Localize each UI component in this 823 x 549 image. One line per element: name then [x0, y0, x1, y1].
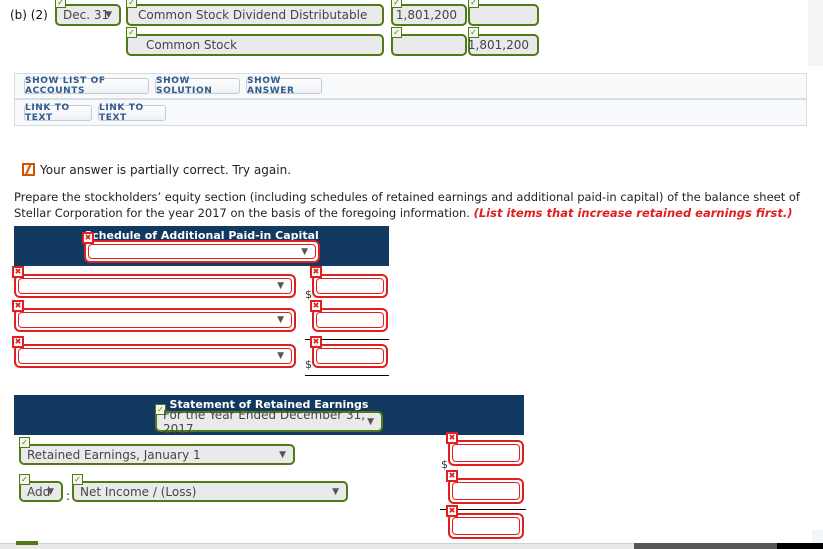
apic-row-1-amount-value — [317, 313, 383, 327]
incorrect-x-icon: ✖ — [82, 232, 94, 244]
apic-row-1-amount-input[interactable]: ✖ — [310, 300, 388, 332]
retained-earnings-row-2-amount-value — [453, 518, 519, 534]
retained-earnings-row-0-account-value: Retained Earnings, January 1 — [27, 447, 201, 462]
retained-earnings-row-1-amount-input[interactable]: ✖ — [446, 470, 524, 504]
journal-row-1-credit-value: 1,801,200 — [467, 38, 529, 52]
retained-earnings-row-1-prefix-value: Add — [27, 484, 51, 499]
retained-earnings-row-0-amount-input[interactable]: ✖ — [446, 432, 524, 466]
show-solution-button[interactable]: SHOW SOLUTION — [155, 76, 240, 96]
page-right-edge — [812, 530, 823, 543]
journal-row-0-credit-value — [470, 6, 537, 24]
retained-earnings-row-1-prefix-select[interactable]: ✓ Add ▼ — [19, 474, 63, 502]
exercise-prompt-hint: (List items that increase retained earni… — [473, 206, 793, 220]
journal-row-0-account-value: Common Stock Dividend Distributable — [138, 8, 368, 22]
apic-row-0-amount-value — [317, 279, 383, 293]
apic-row-2-amount-value — [317, 349, 383, 363]
incorrect-x-icon: ✖ — [310, 336, 322, 348]
apic-row-0-account-select[interactable]: ✖ ▼ — [12, 266, 296, 298]
action-buttons-panel-primary: SHOW LIST OF ACCOUNTS SHOW SOLUTION SHOW… — [14, 73, 807, 99]
incorrect-x-icon: ✖ — [446, 470, 458, 482]
journal-row-1-debit-input[interactable]: ✓ — [391, 27, 467, 56]
incorrect-x-icon: ✖ — [12, 266, 24, 278]
show-list-of-accounts-button[interactable]: SHOW LIST OF ACCOUNTS — [24, 76, 149, 96]
link-to-text-button-2[interactable]: LINK TO TEXT — [98, 103, 166, 123]
journal-row-0-debit-value: 1,801,200 — [395, 8, 457, 22]
incorrect-x-icon: ✖ — [310, 300, 322, 312]
link-to-text-button-1[interactable]: LINK TO TEXT — [24, 103, 92, 123]
apic-row-2-account-select[interactable]: ✖ ▼ — [12, 336, 296, 368]
exercise-page: (b) (2) ✓ Dec. 31 ▼ ✓ Common Stock Divid… — [0, 0, 823, 543]
horizontal-scrollbar-track[interactable] — [0, 543, 700, 549]
retained-earnings-row-1-account-select[interactable]: ✓ Net Income / (Loss) ▼ — [72, 474, 348, 502]
scroll-indicator-left — [16, 541, 38, 545]
partial-check-icon — [22, 163, 35, 176]
horizontal-scrollbar-thumb[interactable] — [634, 543, 777, 549]
retained-earnings-row-1-separator: : — [66, 489, 71, 503]
apic-row-1-account-value — [19, 313, 291, 327]
incorrect-x-icon: ✖ — [446, 432, 458, 444]
journal-row-0-date-select[interactable]: ✓ Dec. 31 ▼ — [55, 0, 121, 26]
exercise-prompt: Prepare the stockholders’ equity section… — [14, 189, 809, 221]
apic-row-0-account-value — [19, 279, 291, 293]
incorrect-x-icon: ✖ — [310, 266, 322, 278]
incorrect-x-icon: ✖ — [446, 505, 458, 517]
retained-earnings-row-1-account-value: Net Income / (Loss) — [80, 484, 197, 499]
retained-earnings-row-0-amount-value — [453, 445, 519, 461]
journal-row-label: (b) (2) — [10, 8, 48, 22]
status-message: Your answer is partially correct. Try ag… — [40, 163, 292, 177]
retained-earnings-period-select[interactable]: ✓ For the Year Ended December 31, 2017 ▼ — [155, 404, 383, 436]
apic-subtitle-value — [89, 245, 315, 258]
journal-row-1-account-value: Common Stock — [146, 38, 238, 52]
journal-row-0-debit-input[interactable]: ✓ 1,801,200 — [391, 0, 467, 26]
journal-row-0-date-value: Dec. 31 — [63, 8, 110, 22]
page-right-gutter — [808, 0, 823, 66]
apic-row-2-dollar-sign: $ — [305, 358, 312, 371]
show-answer-button[interactable]: SHOW ANSWER — [246, 76, 322, 96]
retained-earnings-row-0-account-select[interactable]: ✓ Retained Earnings, January 1 ▼ — [19, 437, 295, 465]
journal-row-1-debit-value — [393, 36, 465, 54]
journal-row-1-account-select[interactable]: ✓ Common Stock — [126, 27, 384, 56]
retained-earnings-period-value: For the Year Ended December 31, 2017 — [163, 407, 366, 436]
retained-earnings-row-1-amount-value — [453, 483, 519, 499]
journal-row-0-account-select[interactable]: ✓ Common Stock Dividend Distributable — [126, 0, 384, 26]
incorrect-x-icon: ✖ — [12, 336, 24, 348]
retained-earnings-row-2-amount-input[interactable]: ✖ — [446, 505, 524, 539]
apic-row-2-amount-input[interactable]: ✖ — [310, 336, 388, 368]
apic-subtitle-select[interactable]: ✖ ▼ — [82, 232, 320, 263]
journal-row-1-credit-input[interactable]: ✓ 1,801,200 — [467, 27, 539, 56]
journal-row-0-credit-input[interactable]: ✓ — [468, 0, 539, 26]
apic-row-0-amount-input[interactable]: ✖ — [310, 266, 388, 298]
incorrect-x-icon: ✖ — [12, 300, 24, 312]
action-buttons-panel-links: LINK TO TEXT LINK TO TEXT — [14, 99, 807, 126]
apic-row-2-total-rule — [305, 375, 389, 376]
apic-row-1-account-select[interactable]: ✖ ▼ — [12, 300, 296, 332]
apic-row-2-account-value — [19, 349, 291, 363]
